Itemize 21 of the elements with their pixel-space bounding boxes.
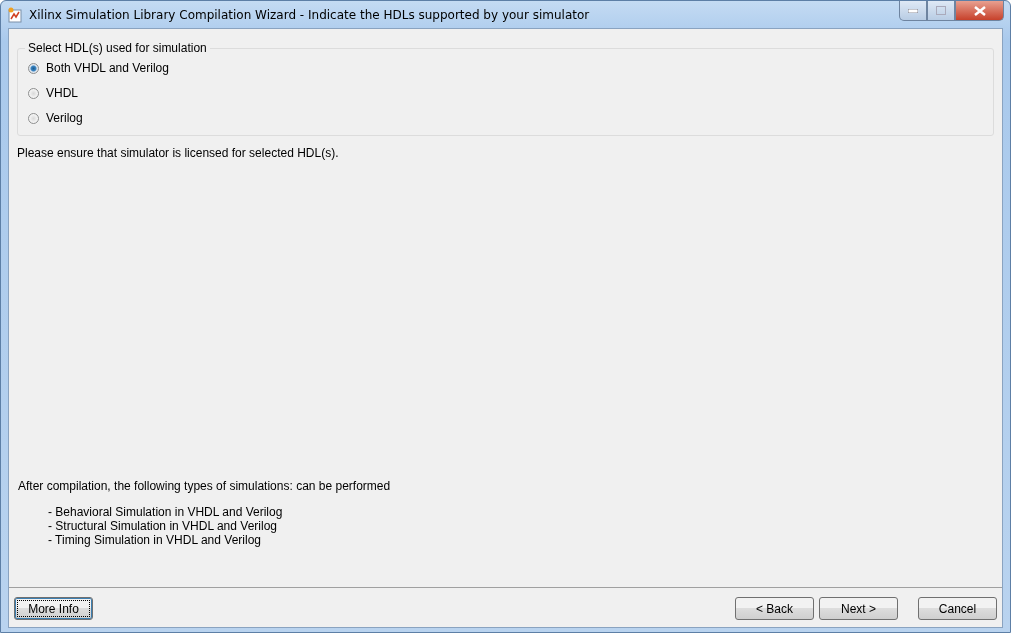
license-notice: Please ensure that simulator is licensed for selected HDL(s).: [17, 146, 340, 160]
wizard-button[interactable]: Cancel: [918, 597, 997, 620]
maximize-icon: [936, 6, 946, 15]
wizard-button[interactable]: More Info: [14, 597, 93, 620]
wizard-button[interactable]: Next >: [819, 597, 898, 620]
minimize-button[interactable]: [899, 1, 927, 21]
maximize-button[interactable]: [927, 1, 955, 21]
wizard-button[interactable]: < Back: [735, 597, 814, 620]
simulation-type-item: - Structural Simulation in VHDL and Verilog: [48, 519, 278, 533]
window-title: Xilinx Simulation Library Compilation Wizard - Indicate the HDLs supported by your simulator: [29, 7, 591, 22]
simulation-type-item: - Behavioral Simulation in VHDL and Verilog: [48, 505, 284, 519]
close-button[interactable]: [955, 1, 1004, 21]
hdl-radio-option[interactable]: Verilog: [28, 109, 983, 127]
group-title: Select HDL(s) used for simulation: [27, 41, 208, 55]
summary-heading: After compilation, the following types of simulations: can be performed: [18, 479, 392, 493]
simulation-type-item: - Timing Simulation in VHDL and Verilog: [48, 533, 262, 547]
app-icon: [7, 6, 23, 23]
hdl-radio-option[interactable]: VHDL: [28, 84, 983, 102]
minimize-icon: [908, 8, 918, 13]
close-icon: [973, 5, 986, 16]
hdl-radio-option[interactable]: Both VHDL and Verilog: [28, 59, 983, 77]
